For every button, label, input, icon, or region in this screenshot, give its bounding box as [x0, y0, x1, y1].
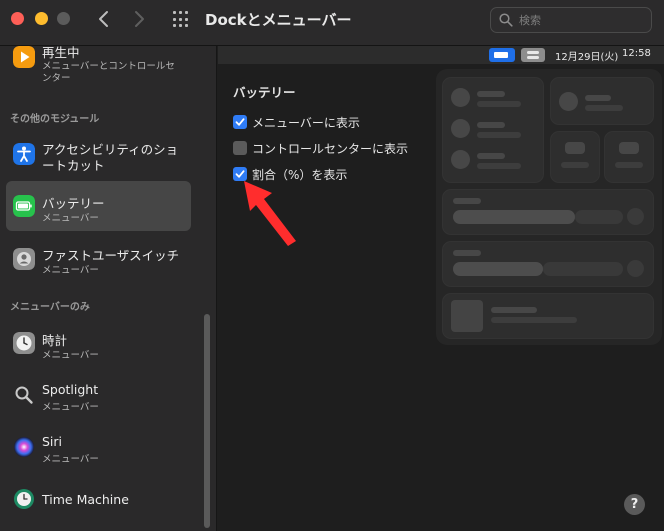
checkmark-icon — [235, 170, 245, 178]
search-input[interactable] — [519, 11, 644, 29]
window-title: Dockとメニューバー — [205, 11, 352, 29]
sidebar-item-now-playing[interactable]: 再生中 メニューバーとコントロールセ ンター — [6, 46, 191, 90]
cc-preview-now-playing-card — [442, 293, 654, 339]
sidebar-item-accessibility[interactable]: アクセシビリティのショ ートカット — [6, 130, 191, 180]
battery-icon — [13, 195, 35, 217]
cc-preview-focus-card — [550, 77, 654, 125]
sidebar-item-clock[interactable]: 時計 メニューバー — [6, 318, 191, 368]
close-button[interactable] — [11, 12, 24, 25]
time-machine-icon — [14, 489, 34, 509]
checkmark-icon — [235, 118, 245, 126]
siri-icon — [14, 437, 34, 457]
sidebar: 再生中 メニューバーとコントロールセ ンター その他のモジュール アクセシビリテ… — [0, 46, 217, 531]
sidebar-item-title: Time Machine — [42, 492, 129, 507]
cc-preview-tile-1 — [550, 131, 600, 183]
sidebar-item-battery[interactable]: バッテリー メニューバー — [6, 181, 191, 231]
cc-preview-display-card — [442, 189, 654, 235]
clock-icon — [13, 332, 35, 354]
option-label: コントロールセンターに表示 — [252, 142, 409, 156]
forward-button[interactable] — [132, 8, 146, 30]
sidebar-item-title: Siri — [42, 434, 63, 449]
sidebar-item-spotlight[interactable]: Spotlight メニューバー — [6, 370, 191, 420]
annotation-arrow-icon — [244, 181, 296, 246]
menubar-control-center-icon — [521, 48, 545, 62]
spotlight-icon — [15, 386, 33, 404]
menubar-date: 12月29日(火) — [555, 52, 619, 63]
show-all-grid-icon[interactable] — [173, 11, 190, 28]
play-icon — [13, 46, 35, 68]
battery-group-title: バッテリー — [233, 85, 296, 100]
zoom-button[interactable] — [57, 12, 70, 25]
cc-preview-network-card — [442, 77, 544, 183]
minimize-button[interactable] — [35, 12, 48, 25]
main-pane: 12月29日(火) 12:58 バッテリー メニューバーに表示 コントロールセン… — [218, 46, 664, 531]
search-icon — [499, 13, 513, 27]
cc-preview-tile-2 — [604, 131, 654, 183]
section-header-other-modules: その他のモジュール — [10, 114, 100, 125]
title-bar: Dockとメニューバー — [0, 0, 664, 46]
menubar-time: 12:58 — [622, 48, 651, 59]
sidebar-scrollbar[interactable] — [204, 314, 210, 528]
sidebar-item-siri[interactable]: Siri メニューバー — [6, 422, 191, 472]
cc-preview-sound-card — [442, 241, 654, 287]
sidebar-item-title-2: ートカット — [42, 158, 105, 173]
sidebar-item-time-machine[interactable]: Time Machine — [6, 474, 191, 524]
option-label: メニューバーに表示 — [252, 116, 360, 130]
menubar-preview: 12月29日(火) 12:58 — [218, 46, 664, 64]
section-header-menubar-only: メニューバーのみ — [10, 302, 90, 313]
sidebar-item-subtitle: メニューバー — [42, 213, 99, 224]
sidebar-item-title: Spotlight — [42, 382, 99, 397]
sidebar-item-fast-user-switching[interactable]: ファストユーザスイッチ メニューバー — [6, 234, 191, 284]
sidebar-item-subtitle: メニューバー — [42, 454, 99, 465]
checkbox-show-in-control-center[interactable] — [233, 141, 247, 155]
sidebar-item-subtitle: メニューバー — [42, 402, 99, 413]
control-center-preview — [436, 69, 662, 345]
sidebar-item-subtitle: メニューバー — [42, 350, 99, 361]
menubar-battery-icon — [489, 48, 515, 62]
back-button[interactable] — [97, 8, 111, 30]
accessibility-icon — [13, 143, 35, 165]
search-field[interactable] — [490, 7, 652, 33]
sidebar-item-subtitle: メニューバー — [42, 265, 99, 276]
checkbox-show-in-menubar[interactable] — [233, 115, 247, 129]
help-button[interactable]: ? — [624, 494, 645, 515]
sidebar-item-subtitle-2: ンター — [42, 73, 71, 84]
user-switch-icon — [13, 248, 35, 270]
